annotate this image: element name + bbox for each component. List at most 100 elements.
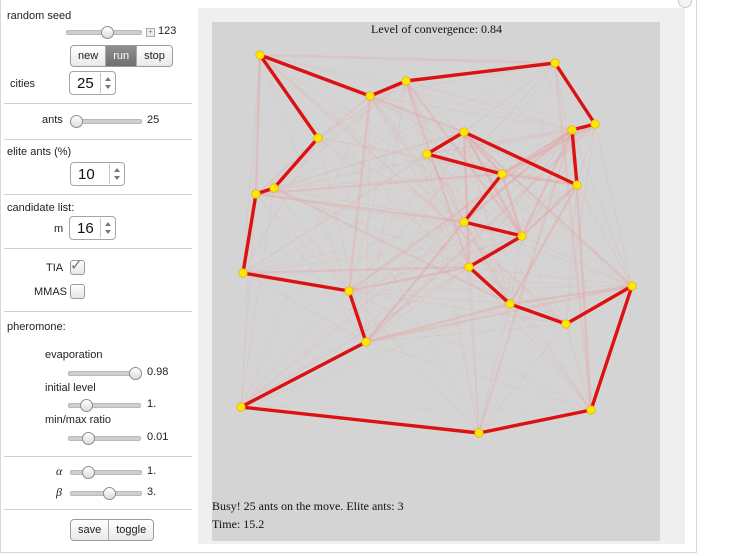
city-point xyxy=(269,183,279,193)
initial-level-label: initial level xyxy=(45,382,96,394)
candidate-m-label: m xyxy=(54,223,64,235)
pheromone-trail xyxy=(468,266,567,325)
tia-checkbox[interactable]: ✓ xyxy=(70,257,85,275)
city-point xyxy=(474,428,484,438)
beta-slider-thumb[interactable] xyxy=(102,487,116,500)
city-point xyxy=(251,189,261,199)
tour-edge xyxy=(258,53,372,98)
min-max-ratio-label: min/max ratio xyxy=(45,414,112,426)
pheromone-trail xyxy=(273,80,407,189)
pheromone-trail xyxy=(348,290,480,434)
alpha-slider-thumb[interactable] xyxy=(81,466,95,479)
city-point xyxy=(590,119,600,129)
pheromone-trail xyxy=(255,193,367,343)
ants-value: 25 xyxy=(147,114,160,126)
min-max-ratio-value: 0.01 xyxy=(147,431,169,443)
control-panel: random seed + 123 new run stop cities 25… xyxy=(0,0,192,552)
city-point xyxy=(561,319,571,329)
min-max-ratio-slider[interactable] xyxy=(68,436,141,441)
run-button-group: new run stop xyxy=(70,45,173,67)
stepper-arrows-icon[interactable] xyxy=(99,73,115,93)
pheromone-trail xyxy=(259,53,556,65)
save-button[interactable]: save xyxy=(71,520,110,540)
city-point xyxy=(401,76,411,86)
alpha-label: α xyxy=(56,464,63,478)
city-point xyxy=(464,262,474,272)
stop-button[interactable]: stop xyxy=(137,46,172,66)
city-point xyxy=(505,299,515,309)
city-point xyxy=(517,231,527,241)
city-point xyxy=(344,286,354,296)
tour-edge xyxy=(462,172,504,224)
city-point xyxy=(255,50,265,60)
city-point xyxy=(572,180,582,190)
city-point xyxy=(459,217,469,227)
separator xyxy=(4,248,192,249)
status-text: Busy! 25 ants on the move. Elite ants: 3 xyxy=(212,499,404,513)
separator xyxy=(4,103,192,104)
elite-ants-value: 10 xyxy=(78,165,95,183)
random-seed-label: random seed xyxy=(7,10,72,22)
mmas-checkbox[interactable]: ✓ xyxy=(70,284,85,299)
checkmark-icon: ✓ xyxy=(70,257,83,274)
initial-level-value: 1. xyxy=(147,398,157,410)
city-point xyxy=(586,405,596,415)
stepper-arrows-icon[interactable] xyxy=(99,218,115,238)
candidate-list-stepper[interactable]: 16 xyxy=(69,216,116,240)
alpha-value: 1. xyxy=(147,465,157,477)
city-point xyxy=(313,133,323,143)
separator xyxy=(4,311,192,312)
random-seed-slider-thumb[interactable] xyxy=(100,26,114,39)
city-point xyxy=(238,268,248,278)
cities-label: cities xyxy=(10,78,36,90)
evaporation-slider-thumb[interactable] xyxy=(129,367,143,380)
ants-label: ants xyxy=(42,114,63,126)
convergence-label: Level of convergence: 0.84 xyxy=(371,22,503,36)
ants-slider-thumb[interactable] xyxy=(69,115,83,128)
cities-stepper[interactable]: 25 xyxy=(69,71,116,95)
pheromone-trail xyxy=(576,184,633,287)
city-point xyxy=(550,58,560,68)
alpha-slider[interactable] xyxy=(70,470,142,475)
pheromone-trail xyxy=(240,95,371,408)
tia-label: TIA xyxy=(46,262,64,274)
new-button[interactable]: new xyxy=(71,46,107,66)
pheromone-trail xyxy=(501,173,633,287)
elite-ants-stepper[interactable]: 10 xyxy=(70,162,125,186)
candidate-list-label: candidate list: xyxy=(7,202,75,214)
beta-value: 3. xyxy=(147,486,157,498)
run-button[interactable]: run xyxy=(106,46,138,66)
random-seed-value: 123 xyxy=(158,25,177,37)
cities-value: 25 xyxy=(77,74,94,92)
initial-level-slider[interactable] xyxy=(68,403,141,408)
tsp-graph xyxy=(236,50,637,438)
city-point xyxy=(497,169,507,179)
city-point xyxy=(361,337,371,347)
evaporation-label: evaporation xyxy=(45,349,103,361)
save-toggle-group: save toggle xyxy=(70,519,155,541)
tour-edge xyxy=(239,405,481,435)
pheromone-label: pheromone: xyxy=(7,321,66,333)
separator xyxy=(4,509,192,510)
city-point xyxy=(459,127,469,137)
beta-label: β xyxy=(56,485,62,499)
time-text: Time: 15.2 xyxy=(212,517,265,531)
plus-icon[interactable]: + xyxy=(146,28,155,37)
city-point xyxy=(627,281,637,291)
separator xyxy=(4,456,192,457)
toggle-button[interactable]: toggle xyxy=(109,520,153,540)
tour-plot xyxy=(212,22,660,541)
stepper-arrows-icon[interactable] xyxy=(108,164,124,184)
pheromone-trail xyxy=(240,406,592,411)
tour-edge xyxy=(477,408,593,435)
city-point xyxy=(567,125,577,135)
city-point xyxy=(422,149,432,159)
pheromone-trail xyxy=(259,54,350,292)
min-max-ratio-slider-thumb[interactable] xyxy=(81,432,95,445)
candidate-list-value: 16 xyxy=(77,219,94,237)
elite-ants-label: elite ants (%) xyxy=(7,146,72,158)
initial-level-slider-thumb[interactable] xyxy=(79,399,93,412)
separator xyxy=(4,194,192,195)
city-point xyxy=(236,402,246,412)
separator xyxy=(4,139,192,140)
